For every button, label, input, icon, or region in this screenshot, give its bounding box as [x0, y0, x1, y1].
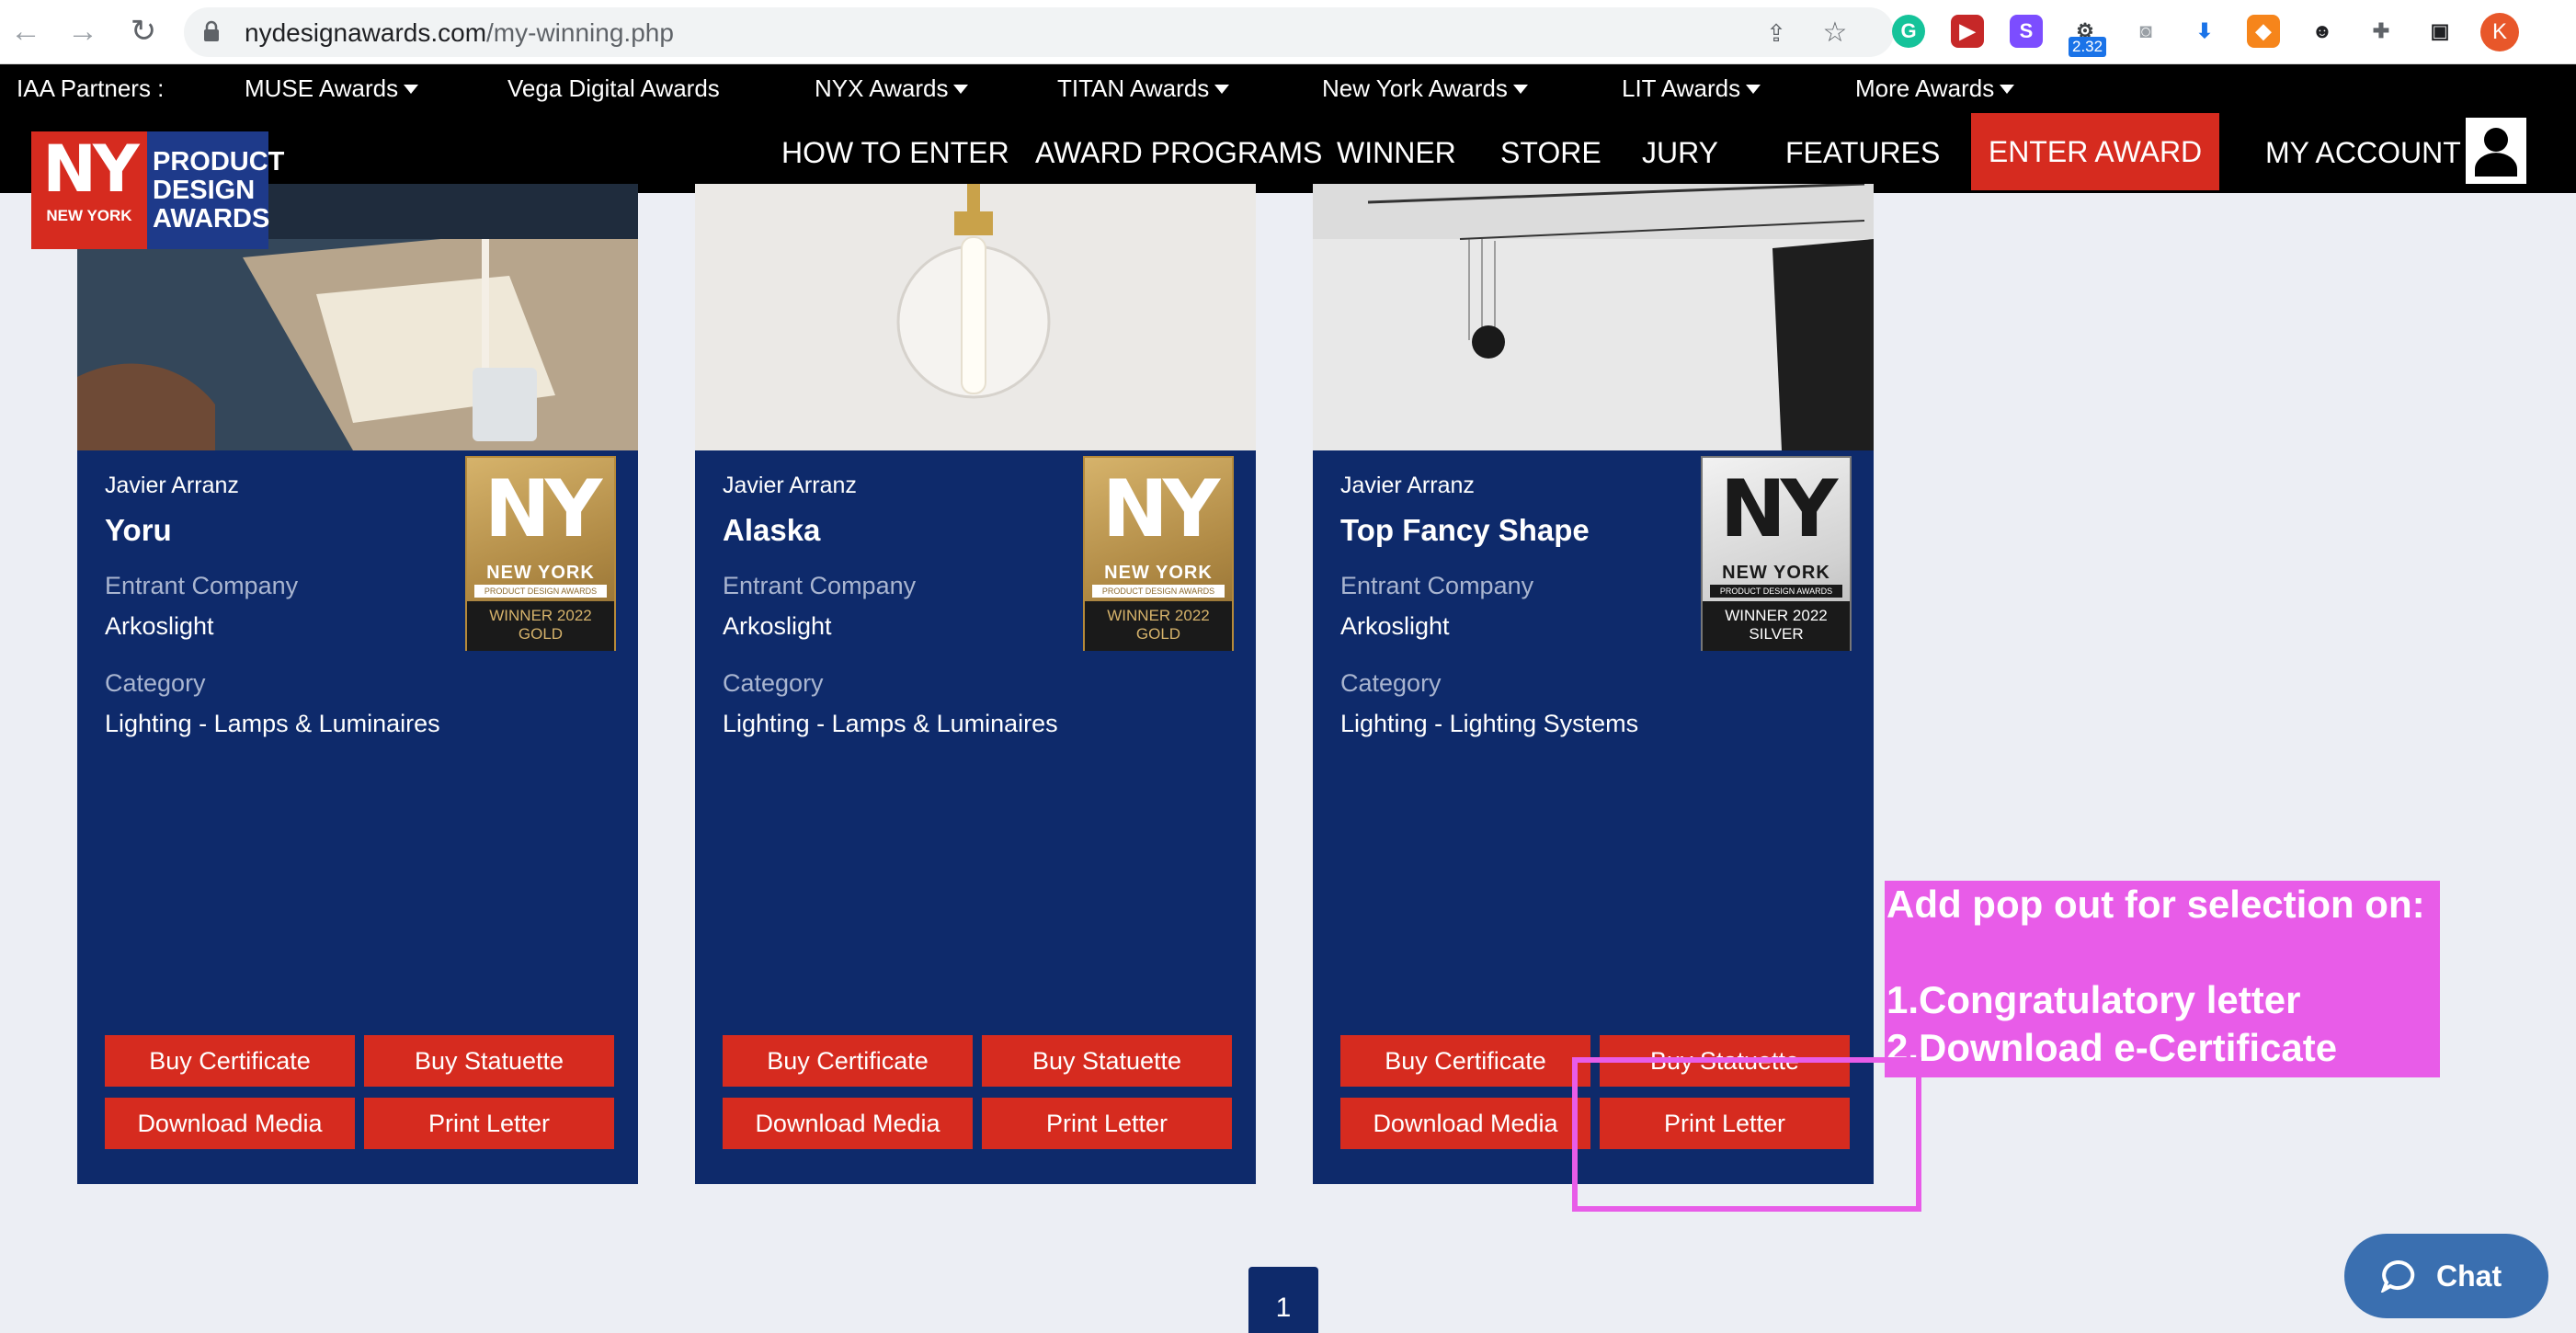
address-bar[interactable]: nydesignawards.com/my-winning.php ⇪ ☆ [184, 7, 1894, 57]
video-extension-icon[interactable]: ▶ [1951, 15, 1984, 48]
nav-how-to-enter[interactable]: HOW TO ENTER [781, 136, 1009, 170]
buy-certificate-button[interactable]: Buy Certificate [105, 1035, 355, 1087]
partners-label: IAA Partners : [17, 74, 165, 102]
designer-name: Javier Arranz [1340, 473, 1475, 498]
profile-avatar[interactable]: K [2480, 13, 2519, 51]
category-label: Category [1340, 669, 1442, 697]
winner-card: Javier Arranz Top Fancy Shape Entrant Co… [1313, 184, 1874, 1184]
partner-nyx[interactable]: NYX Awards [815, 74, 969, 103]
partner-titan[interactable]: TITAN Awards [1057, 74, 1230, 103]
extension-badge: 2.32 [2069, 37, 2107, 57]
buy-statuette-button[interactable]: Buy Statuette [982, 1035, 1232, 1087]
entry-title: Yoru [105, 513, 172, 547]
chat-label: Chat [2436, 1259, 2502, 1293]
nav-winner[interactable]: WINNER [1337, 136, 1456, 170]
product-image [695, 184, 1256, 450]
s-extension-icon[interactable]: S [2010, 15, 2043, 48]
download-media-button[interactable]: Download Media [105, 1098, 355, 1149]
pagination-current-page[interactable]: 1 [1248, 1267, 1318, 1333]
logo-ny-mark: NY NEW YORK [31, 131, 147, 249]
main-nav: HOW TO ENTER AWARD PROGRAMS WINNER STORE… [0, 110, 2576, 193]
caret-down-icon [2000, 85, 2015, 94]
partner-lit[interactable]: LIT Awards [1622, 74, 1761, 103]
nav-jury[interactable]: JURY [1642, 136, 1718, 170]
camera-extension-icon[interactable]: ◙ [2129, 15, 2162, 48]
browser-toolbar: ← → ↻ nydesignawards.com/my-winning.php … [0, 0, 2576, 64]
chat-bubble-icon [2381, 1259, 2415, 1293]
annotation-highlight-box [1572, 1057, 1921, 1212]
account-icon[interactable] [2466, 118, 2526, 184]
print-letter-button[interactable]: Print Letter [364, 1098, 614, 1149]
download-media-button[interactable]: Download Media [1340, 1098, 1590, 1149]
avatar-extension-icon[interactable]: ☻ [2306, 15, 2339, 48]
star-icon[interactable]: ☆ [1820, 18, 1850, 48]
designer-name: Javier Arranz [723, 473, 857, 498]
caret-down-icon [1214, 85, 1230, 94]
category-label: Category [105, 669, 206, 697]
category-value: Lighting - Lamps & Luminaires [105, 710, 440, 737]
company-value: Arkoslight [1340, 612, 1450, 640]
entry-title: Alaska [723, 513, 821, 547]
annotation-note: Add pop out for selection on: 1.Congratu… [1885, 881, 2440, 1077]
grammarly-extension-icon[interactable]: G [1892, 15, 1925, 48]
buy-certificate-button[interactable]: Buy Certificate [723, 1035, 973, 1087]
partner-muse[interactable]: MUSE Awards [245, 74, 419, 103]
print-letter-button[interactable]: Print Letter [982, 1098, 1232, 1149]
winner-badge-silver: NY NEW YORK PRODUCT DESIGN AWARDS WINNER… [1701, 456, 1852, 651]
partner-more[interactable]: More Awards [1855, 74, 2015, 103]
entry-title: Top Fancy Shape [1340, 513, 1590, 547]
forward-icon[interactable]: → [64, 13, 101, 50]
share-icon[interactable]: ⇪ [1761, 18, 1791, 48]
winner-badge-gold: NY NEW YORK PRODUCT DESIGN AWARDS WINNER… [1083, 456, 1234, 651]
winner-card: Javier Arranz Alaska Entrant Company Ark… [695, 184, 1256, 1184]
winner-badge-gold: NY NEW YORK PRODUCT DESIGN AWARDS WINNER… [465, 456, 616, 651]
logo-wordmark: PRODUCT DESIGN AWARDS [153, 147, 285, 234]
nav-my-account[interactable]: MY ACCOUNT [2265, 136, 2461, 170]
metamask-extension-icon[interactable]: ◆ [2247, 15, 2280, 48]
caret-down-icon [404, 85, 419, 94]
company-label: Entrant Company [1340, 572, 1534, 599]
download-extension-icon[interactable]: ⬇ [2188, 15, 2221, 48]
nav-store[interactable]: STORE [1500, 136, 1601, 170]
company-value: Arkoslight [723, 612, 832, 640]
url-text: nydesignawards.com/my-winning.php [245, 18, 674, 47]
partner-vega[interactable]: Vega Digital Awards [507, 74, 720, 103]
product-image [1313, 184, 1874, 450]
lock-icon [204, 20, 219, 41]
download-media-button[interactable]: Download Media [723, 1098, 973, 1149]
chat-button[interactable]: Chat [2344, 1234, 2548, 1318]
winner-card: Javier Arranz Yoru Entrant Company Arkos… [77, 184, 638, 1184]
category-label: Category [723, 669, 824, 697]
nav-award-programs[interactable]: AWARD PROGRAMS [1035, 136, 1322, 170]
site-logo[interactable]: NY NEW YORK PRODUCT DESIGN AWARDS [31, 131, 284, 249]
caret-down-icon [1746, 85, 1761, 94]
partners-bar: IAA Partners : MUSE Awards Vega Digital … [0, 64, 2576, 110]
caret-down-icon [1512, 85, 1528, 94]
caret-down-icon [953, 85, 969, 94]
enter-award-button[interactable]: ENTER AWARD [1971, 113, 2219, 190]
category-value: Lighting - Lamps & Luminaires [723, 710, 1058, 737]
company-label: Entrant Company [105, 572, 299, 599]
company-value: Arkoslight [105, 612, 214, 640]
category-value: Lighting - Lighting Systems [1340, 710, 1639, 737]
company-label: Entrant Company [723, 572, 917, 599]
extensions-puzzle-icon[interactable]: ✚ [2365, 15, 2398, 48]
buy-certificate-button[interactable]: Buy Certificate [1340, 1035, 1590, 1087]
back-icon[interactable]: ← [7, 13, 44, 50]
nav-features[interactable]: FEATURES [1785, 136, 1940, 170]
buy-statuette-button[interactable]: Buy Statuette [364, 1035, 614, 1087]
partner-new-york[interactable]: New York Awards [1322, 74, 1528, 103]
designer-name: Javier Arranz [105, 473, 239, 498]
reload-icon[interactable]: ↻ [125, 13, 162, 50]
side-panel-icon[interactable]: ▣ [2423, 15, 2456, 48]
